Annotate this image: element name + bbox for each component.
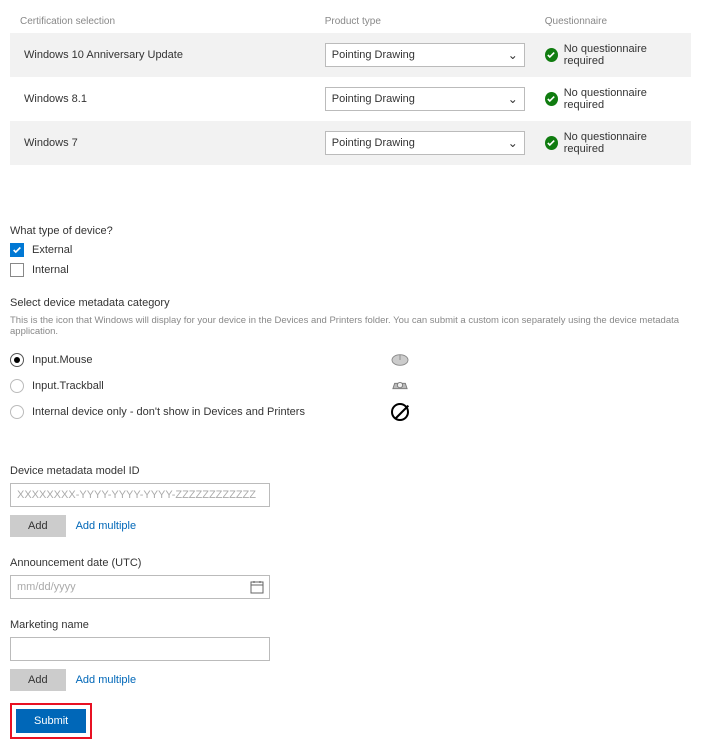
add-multiple-model-id-link[interactable]: Add multiple (76, 520, 137, 532)
table-row: Windows 10 Anniversary Update Pointing D… (10, 33, 691, 77)
add-marketing-name-button[interactable]: Add (10, 669, 66, 691)
chevron-down-icon: ⌄ (508, 48, 518, 62)
status-text: No questionnaire required (564, 43, 681, 67)
col-quest: Questionnaire (535, 10, 691, 33)
radio-label: Internal device only - don't show in Dev… (32, 406, 305, 418)
metadata-help-text: This is the icon that Windows will displ… (10, 315, 691, 337)
radio-input-trackball[interactable] (10, 379, 24, 393)
submit-highlight: Submit (10, 703, 92, 739)
status-badge: No questionnaire required (545, 131, 681, 155)
table-row: Windows 8.1 Pointing Drawing ⌄ No questi… (10, 77, 691, 121)
device-type-label: What type of device? (10, 225, 691, 237)
status-badge: No questionnaire required (545, 43, 681, 67)
model-id-field[interactable] (10, 483, 270, 507)
mouse-icon (389, 352, 411, 368)
certification-table: Certification selection Product type Que… (10, 10, 691, 165)
trackball-icon (389, 378, 411, 394)
internal-label: Internal (32, 264, 69, 276)
select-value: Pointing Drawing (332, 137, 415, 149)
chevron-down-icon: ⌄ (508, 136, 518, 150)
model-id-label: Device metadata model ID (10, 465, 691, 477)
radio-label: Input.Mouse (32, 354, 93, 366)
product-type-select[interactable]: Pointing Drawing ⌄ (325, 131, 525, 155)
add-model-id-button[interactable]: Add (10, 515, 66, 537)
col-product: Product type (315, 10, 535, 33)
marketing-name-field[interactable] (10, 637, 270, 661)
check-icon (545, 48, 558, 62)
select-value: Pointing Drawing (332, 49, 415, 61)
internal-checkbox[interactable] (10, 263, 24, 277)
status-text: No questionnaire required (564, 131, 681, 155)
radio-input-mouse[interactable] (10, 353, 24, 367)
submit-button[interactable]: Submit (16, 709, 86, 733)
no-entry-icon (391, 403, 409, 421)
product-type-select[interactable]: Pointing Drawing ⌄ (325, 87, 525, 111)
cert-name: Windows 8.1 (10, 77, 315, 121)
metadata-category-label: Select device metadata category (10, 297, 691, 309)
cert-name: Windows 7 (10, 121, 315, 165)
announcement-date-label: Announcement date (UTC) (10, 557, 691, 569)
radio-internal-only[interactable] (10, 405, 24, 419)
status-text: No questionnaire required (564, 87, 681, 111)
calendar-icon[interactable] (250, 580, 264, 594)
check-icon (545, 92, 558, 106)
select-value: Pointing Drawing (332, 93, 415, 105)
cert-name: Windows 10 Anniversary Update (10, 33, 315, 77)
check-icon (545, 136, 558, 150)
chevron-down-icon: ⌄ (508, 92, 518, 106)
external-checkbox[interactable] (10, 243, 24, 257)
add-multiple-marketing-name-link[interactable]: Add multiple (76, 674, 137, 686)
product-type-select[interactable]: Pointing Drawing ⌄ (325, 43, 525, 67)
radio-label: Input.Trackball (32, 380, 104, 392)
external-label: External (32, 244, 72, 256)
col-cert: Certification selection (10, 10, 315, 33)
marketing-name-label: Marketing name (10, 619, 691, 631)
status-badge: No questionnaire required (545, 87, 681, 111)
announcement-date-field[interactable] (10, 575, 270, 599)
table-row: Windows 7 Pointing Drawing ⌄ No question… (10, 121, 691, 165)
